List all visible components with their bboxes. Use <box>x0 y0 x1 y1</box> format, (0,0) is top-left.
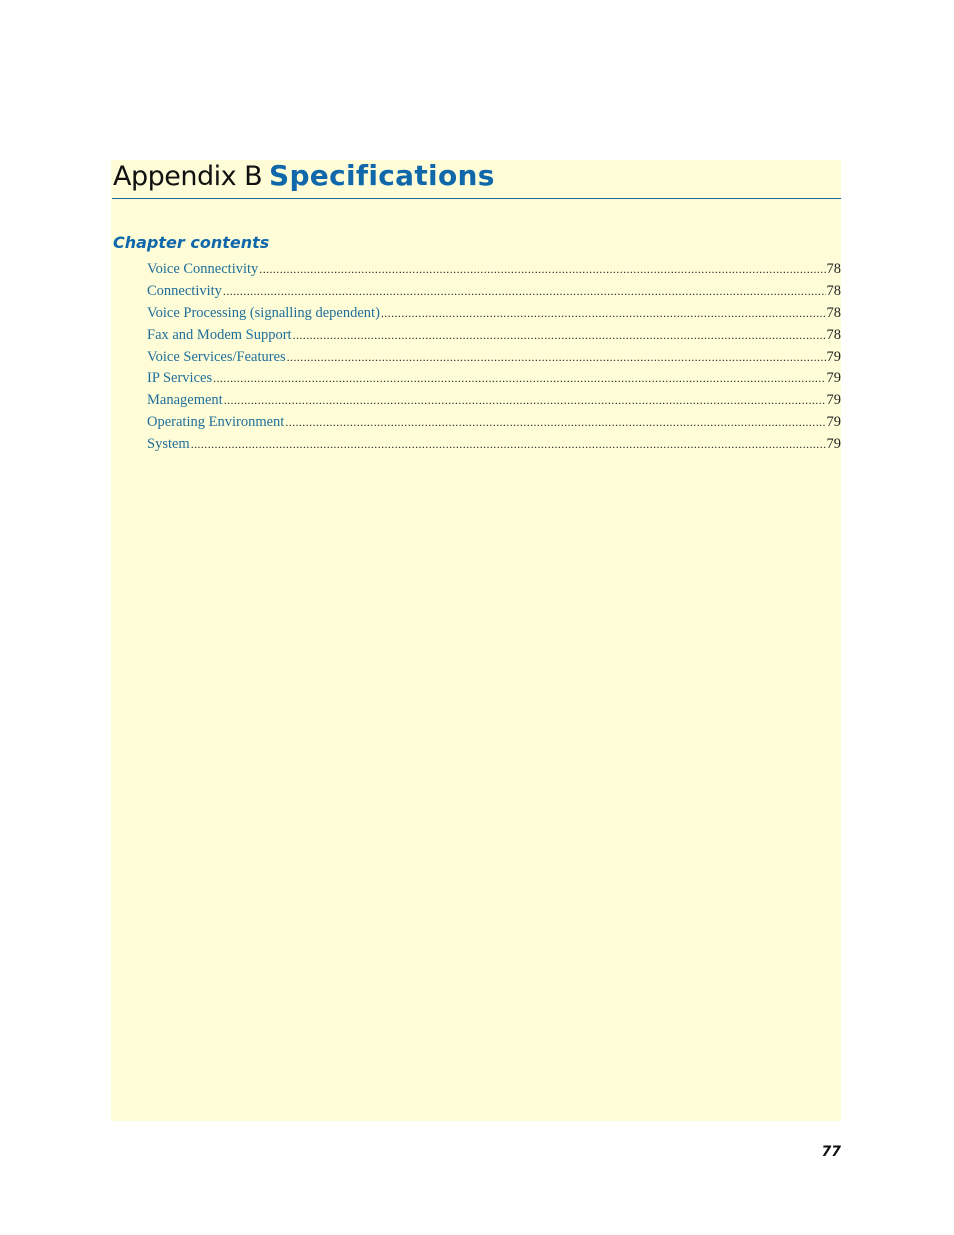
toc-entry-page[interactable]: 79 <box>827 390 842 412</box>
toc-entry-page[interactable]: 79 <box>827 347 842 369</box>
dot-leader <box>287 347 826 369</box>
dot-leader <box>213 368 825 390</box>
toc-entry[interactable]: IP Services 79 <box>147 368 841 390</box>
toc-entry-title[interactable]: Management <box>147 390 223 412</box>
table-of-contents: Voice Connectivity 78 Connectivity 78 Vo… <box>147 259 841 456</box>
toc-entry[interactable]: Voice Processing (signalling dependent) … <box>147 303 841 325</box>
page-title: Specifications <box>269 159 495 192</box>
toc-entry-page[interactable]: 79 <box>827 368 842 390</box>
toc-entry-title[interactable]: Voice Services/Features <box>147 347 286 369</box>
toc-entry-page[interactable]: 78 <box>827 281 842 303</box>
toc-entry[interactable]: Voice Services/Features 79 <box>147 347 841 369</box>
toc-entry-title[interactable]: Fax and Modem Support <box>147 325 292 347</box>
toc-entry-page[interactable]: 78 <box>827 303 842 325</box>
page-number: 77 <box>821 1144 841 1160</box>
toc-entry-title[interactable]: Operating Environment <box>147 412 284 434</box>
toc-entry-page[interactable]: 79 <box>827 434 842 456</box>
dot-leader <box>223 281 826 303</box>
dot-leader <box>293 325 826 347</box>
appendix-label: Appendix B <box>113 161 263 192</box>
chapter-contents-heading: Chapter contents <box>113 233 270 252</box>
toc-entry[interactable]: Fax and Modem Support 78 <box>147 325 841 347</box>
toc-entry[interactable]: Voice Connectivity 78 <box>147 259 841 281</box>
toc-entry-title[interactable]: Voice Processing (signalling dependent) <box>147 303 380 325</box>
dot-leader <box>285 412 825 434</box>
page-header: Appendix B Specifications <box>112 159 841 199</box>
toc-entry-title[interactable]: Connectivity <box>147 281 222 303</box>
dot-leader <box>381 303 826 325</box>
toc-entry-page[interactable]: 79 <box>827 412 842 434</box>
toc-entry-page[interactable]: 78 <box>827 259 842 281</box>
toc-entry-page[interactable]: 78 <box>827 325 842 347</box>
dot-leader <box>259 259 825 281</box>
toc-entry-title[interactable]: System <box>147 434 190 456</box>
toc-entry[interactable]: Connectivity 78 <box>147 281 841 303</box>
toc-entry[interactable]: Management 79 <box>147 390 841 412</box>
toc-entry-title[interactable]: IP Services <box>147 368 212 390</box>
toc-entry-title[interactable]: Voice Connectivity <box>147 259 258 281</box>
dot-leader <box>191 434 826 456</box>
toc-entry[interactable]: Operating Environment 79 <box>147 412 841 434</box>
toc-entry[interactable]: System 79 <box>147 434 841 456</box>
dot-leader <box>224 390 826 412</box>
